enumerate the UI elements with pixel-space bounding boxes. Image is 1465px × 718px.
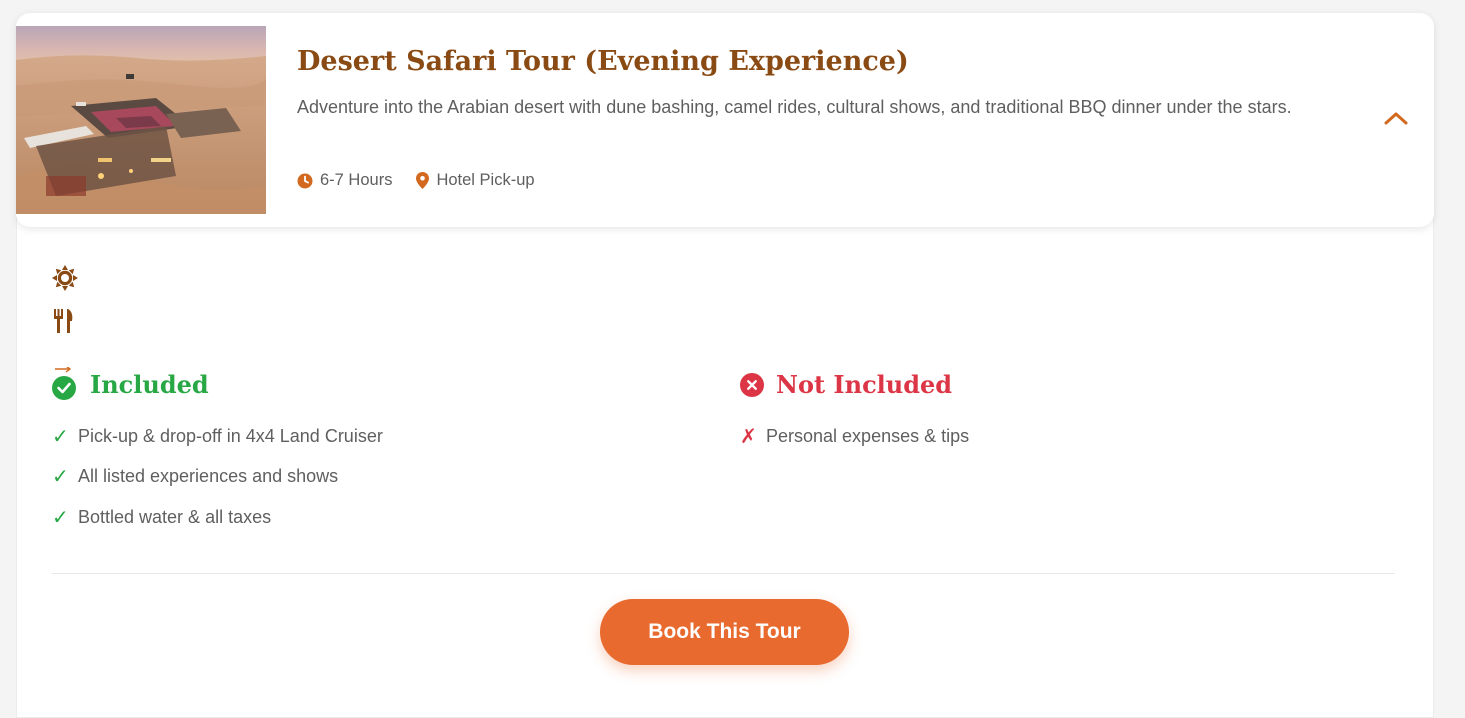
tour-thumbnail [16,26,266,214]
tour-meta: 6-7 Hours Hotel Pick-up [297,171,559,190]
collapse-toggle[interactable] [1382,108,1410,128]
included-heading-text: Included [90,369,209,399]
tour-title: Desert Safari Tour (Evening Experience) [297,46,909,77]
sun-icon [52,265,78,291]
duration-meta: 6-7 Hours [297,171,392,190]
included-item: ✓ Bottled water & all taxes [52,505,271,530]
clock-icon [297,173,313,188]
included-item-text: Bottled water & all taxes [78,507,272,527]
duration-text: 6-7 Hours [320,171,393,189]
map-pin-icon [416,172,430,189]
check-mark-icon: ✓ [52,466,69,488]
utensils-icon [54,309,73,333]
book-tour-button[interactable]: Book This Tour [600,599,849,665]
check-circle-icon [52,367,76,400]
cross-mark-icon: ✗ [740,426,757,448]
included-item-text: All listed experiences and shows [78,466,339,486]
included-heading: Included [52,367,209,401]
included-item: ✓ Pick-up & drop-off in 4x4 Land Cruiser [52,424,383,449]
pickup-meta: Hotel Pick-up [416,171,535,190]
included-item-text: Pick-up & drop-off in 4x4 Land Cruiser [78,426,383,446]
tour-description: Adventure into the Arabian desert with d… [297,97,1292,117]
not-included-item-text: Personal expenses & tips [766,426,970,446]
check-mark-icon: ✓ [52,426,69,448]
not-included-heading-text: Not Included [776,370,953,399]
check-mark-icon: ✓ [52,507,69,529]
section-divider [52,573,1395,574]
chevron-up-icon [1384,112,1408,125]
pickup-text: Hotel Pick-up [436,171,535,189]
not-included-heading: Not Included [740,370,952,399]
x-circle-icon [740,372,764,397]
not-included-item: ✗ Personal expenses & tips [740,424,969,449]
tour-card-header[interactable]: Desert Safari Tour (Evening Experience) … [16,13,1434,227]
included-item: ✓ All listed experiences and shows [52,464,338,489]
